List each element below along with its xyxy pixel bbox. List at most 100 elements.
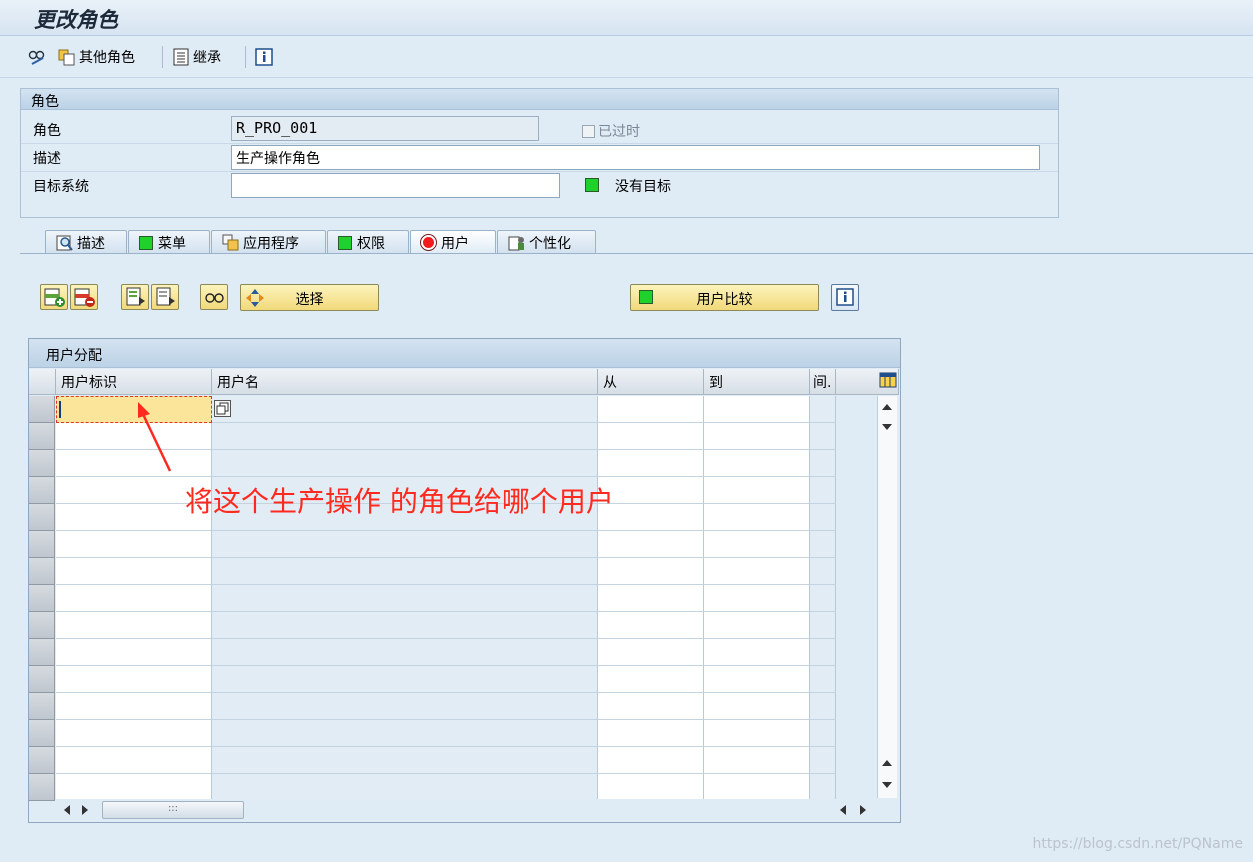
column-layout-button[interactable] bbox=[877, 369, 899, 395]
scroll-page-up-icon[interactable] bbox=[881, 758, 893, 768]
row-selector[interactable] bbox=[29, 747, 55, 774]
row-selector[interactable] bbox=[29, 585, 55, 612]
row-selector[interactable] bbox=[29, 477, 55, 504]
cell-user-name[interactable] bbox=[212, 531, 598, 558]
display-change-button[interactable] bbox=[28, 46, 49, 68]
column-to[interactable]: 到 bbox=[704, 369, 810, 395]
cell-user-id[interactable] bbox=[56, 666, 212, 693]
cell-user-id[interactable] bbox=[56, 720, 212, 747]
cell-from[interactable] bbox=[598, 720, 704, 747]
cell-interval[interactable] bbox=[810, 396, 836, 423]
select-all-header[interactable] bbox=[29, 369, 56, 395]
cell-user-name[interactable] bbox=[212, 396, 598, 423]
cell-to[interactable] bbox=[704, 666, 810, 693]
cell-interval[interactable] bbox=[810, 504, 836, 531]
row-selector[interactable] bbox=[29, 612, 55, 639]
cell-user-name[interactable] bbox=[212, 585, 598, 612]
row-selector[interactable] bbox=[29, 531, 55, 558]
tab-description[interactable]: 描述 bbox=[45, 230, 127, 254]
cell-user-id[interactable] bbox=[56, 612, 212, 639]
row-selector[interactable] bbox=[29, 693, 55, 720]
cell-user-id[interactable] bbox=[56, 585, 212, 612]
cell-user-id[interactable] bbox=[56, 693, 212, 720]
cell-user-name[interactable] bbox=[212, 639, 598, 666]
cell-to[interactable] bbox=[704, 639, 810, 666]
cell-from[interactable] bbox=[598, 612, 704, 639]
cell-interval[interactable] bbox=[810, 639, 836, 666]
column-interval[interactable]: 间. bbox=[810, 369, 836, 395]
cell-from[interactable] bbox=[598, 558, 704, 585]
tab-personalization[interactable]: 个性化 bbox=[497, 230, 596, 254]
cell-user-name[interactable] bbox=[212, 612, 598, 639]
cell-to[interactable] bbox=[704, 558, 810, 585]
cell-interval[interactable] bbox=[810, 774, 836, 801]
cell-user-name[interactable] bbox=[212, 666, 598, 693]
scroll-left-icon[interactable] bbox=[838, 804, 848, 816]
document-button[interactable] bbox=[151, 284, 179, 310]
inherit-button[interactable]: 继承 bbox=[172, 46, 221, 68]
cell-to[interactable] bbox=[704, 531, 810, 558]
cell-interval[interactable] bbox=[810, 450, 836, 477]
scroll-left-icon[interactable] bbox=[62, 804, 72, 816]
role-field[interactable]: R_PRO_001 bbox=[231, 116, 539, 141]
tab-menu[interactable]: 菜单 bbox=[128, 230, 210, 254]
cell-interval[interactable] bbox=[810, 585, 836, 612]
cell-interval[interactable] bbox=[810, 477, 836, 504]
scroll-right-icon[interactable] bbox=[858, 804, 868, 816]
cell-user-id[interactable] bbox=[56, 747, 212, 774]
cell-interval[interactable] bbox=[810, 531, 836, 558]
cell-user-name[interactable] bbox=[212, 558, 598, 585]
horizontal-scrollbar[interactable]: ::: bbox=[56, 799, 876, 821]
scroll-up-icon[interactable] bbox=[881, 402, 893, 412]
cell-from[interactable] bbox=[598, 450, 704, 477]
cell-from[interactable] bbox=[598, 747, 704, 774]
cell-to[interactable] bbox=[704, 396, 810, 423]
cell-to[interactable] bbox=[704, 423, 810, 450]
cell-interval[interactable] bbox=[810, 666, 836, 693]
description-field[interactable]: 生产操作角色 bbox=[231, 145, 1040, 170]
cell-from[interactable] bbox=[598, 666, 704, 693]
row-selector[interactable] bbox=[29, 720, 55, 747]
cell-interval[interactable] bbox=[810, 720, 836, 747]
column-user-id[interactable]: 用户标识 bbox=[56, 369, 212, 395]
tab-authorizations[interactable]: 权限 bbox=[327, 230, 409, 254]
delete-row-button[interactable] bbox=[70, 284, 98, 310]
cell-interval[interactable] bbox=[810, 612, 836, 639]
row-selector[interactable] bbox=[29, 558, 55, 585]
cell-user-id[interactable] bbox=[56, 639, 212, 666]
horizontal-scroll-thumb[interactable]: ::: bbox=[102, 801, 244, 819]
row-selector[interactable] bbox=[29, 450, 55, 477]
user-details-button[interactable] bbox=[121, 284, 149, 310]
cell-user-id[interactable] bbox=[56, 531, 212, 558]
cell-to[interactable] bbox=[704, 693, 810, 720]
column-from[interactable]: 从 bbox=[598, 369, 704, 395]
cell-user-id[interactable] bbox=[56, 558, 212, 585]
scroll-down-icon[interactable] bbox=[881, 422, 893, 432]
select-button[interactable]: 选择 bbox=[240, 284, 379, 311]
cell-user-id[interactable] bbox=[56, 774, 212, 801]
cell-from[interactable] bbox=[598, 693, 704, 720]
cell-to[interactable] bbox=[704, 504, 810, 531]
row-selector[interactable] bbox=[29, 774, 55, 801]
row-selector[interactable] bbox=[29, 666, 55, 693]
cell-from[interactable] bbox=[598, 639, 704, 666]
cell-to[interactable] bbox=[704, 585, 810, 612]
cell-from[interactable] bbox=[598, 423, 704, 450]
cell-user-name[interactable] bbox=[212, 450, 598, 477]
value-help-button[interactable] bbox=[214, 400, 231, 417]
cell-user-name[interactable] bbox=[212, 747, 598, 774]
cell-to[interactable] bbox=[704, 477, 810, 504]
scroll-page-down-icon[interactable] bbox=[881, 780, 893, 790]
user-compare-button[interactable]: 用户比较 bbox=[630, 284, 819, 311]
cell-user-name[interactable] bbox=[212, 720, 598, 747]
target-system-field[interactable] bbox=[231, 173, 560, 198]
cell-interval[interactable] bbox=[810, 693, 836, 720]
cell-interval[interactable] bbox=[810, 423, 836, 450]
glasses-button[interactable] bbox=[200, 284, 228, 310]
cell-user-name[interactable] bbox=[212, 774, 598, 801]
vertical-scrollbar[interactable] bbox=[877, 396, 897, 798]
cell-to[interactable] bbox=[704, 747, 810, 774]
info-button[interactable] bbox=[831, 284, 859, 311]
expired-checkbox[interactable]: 已过时 bbox=[582, 121, 640, 141]
row-selector[interactable] bbox=[29, 504, 55, 531]
